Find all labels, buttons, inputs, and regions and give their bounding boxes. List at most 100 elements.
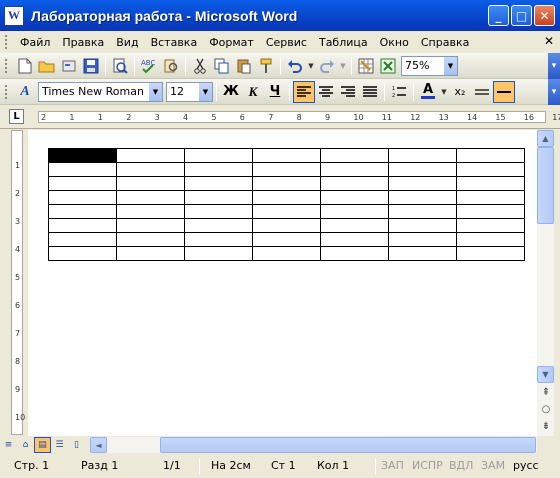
table-cell[interactable] <box>388 246 457 261</box>
table-cell[interactable] <box>48 232 117 247</box>
bold-button[interactable]: Ж <box>220 81 242 103</box>
web-view-icon[interactable]: ⌂ <box>17 437 34 453</box>
table-cell[interactable] <box>388 232 457 247</box>
chevron-down-icon[interactable]: ▼ <box>199 82 212 101</box>
table-cell[interactable] <box>116 246 185 261</box>
italic-button[interactable]: К <box>242 81 264 103</box>
toolbar-grip[interactable] <box>5 58 8 73</box>
table-cell[interactable] <box>116 204 185 219</box>
subscript-button[interactable]: x₂ <box>449 81 471 103</box>
table-cell[interactable] <box>184 204 253 219</box>
undo-dropdown-icon[interactable]: ▼ <box>306 55 316 77</box>
menu-table[interactable]: Таблица <box>313 36 374 49</box>
table-cell[interactable] <box>320 218 389 233</box>
toolbar-options-icon[interactable]: ▾ <box>548 53 560 79</box>
vertical-scroll-thumb[interactable] <box>537 147 554 224</box>
table-cell[interactable] <box>184 232 253 247</box>
table-cell[interactable] <box>184 246 253 261</box>
toolbar-grip[interactable] <box>5 84 8 99</box>
table-cell[interactable] <box>456 162 525 177</box>
table-cell[interactable] <box>48 218 117 233</box>
next-page-icon[interactable]: ⇟ <box>539 419 553 433</box>
spelling-icon[interactable]: ABC <box>138 55 160 77</box>
new-doc-icon[interactable] <box>14 55 36 77</box>
permission-icon[interactable] <box>58 55 80 77</box>
horizontal-ruler[interactable]: 2 1 1 2 3 4 5 6 7 8 9 10 11 12 13 14 15 16 17 <box>38 111 560 123</box>
menu-insert[interactable]: Вставка <box>145 36 204 49</box>
align-left-button[interactable] <box>293 80 315 103</box>
border-line-icon[interactable] <box>493 80 515 103</box>
table-cell[interactable] <box>388 190 457 205</box>
paste-icon[interactable] <box>233 55 255 77</box>
menu-help[interactable]: Справка <box>415 36 475 49</box>
redo-dropdown-icon[interactable]: ▼ <box>338 55 348 77</box>
menu-edit[interactable]: Правка <box>56 36 110 49</box>
vertical-ruler-track[interactable]: 1 2 3 4 5 6 7 8 9 10 <box>11 130 25 435</box>
table-cell[interactable] <box>252 232 321 247</box>
minimize-button[interactable]: _ <box>488 5 509 26</box>
styles-icon[interactable]: A <box>14 81 36 103</box>
table-cell[interactable] <box>252 190 321 205</box>
document-page[interactable] <box>28 130 537 436</box>
research-icon[interactable] <box>160 55 182 77</box>
undo-icon[interactable] <box>284 55 306 77</box>
table-cell[interactable] <box>456 176 525 191</box>
close-document-icon[interactable]: ✕ <box>544 34 554 48</box>
table-cell[interactable] <box>320 232 389 247</box>
underline-button[interactable]: Ч <box>264 81 286 103</box>
print-preview-icon[interactable] <box>109 55 131 77</box>
menu-file[interactable]: Файл <box>14 36 56 49</box>
selected-table-cell[interactable] <box>48 148 117 163</box>
font-size-combo[interactable]: 12 ▼ <box>166 81 213 102</box>
format-painter-icon[interactable] <box>255 55 277 77</box>
save-icon[interactable] <box>80 55 102 77</box>
table-cell[interactable] <box>456 204 525 219</box>
table-cell[interactable] <box>48 190 117 205</box>
copy-icon[interactable] <box>211 55 233 77</box>
horizontal-scrollbar[interactable]: ◄ <box>90 437 537 453</box>
table-cell[interactable] <box>48 204 117 219</box>
table-cell[interactable] <box>252 162 321 177</box>
table-cell[interactable] <box>388 204 457 219</box>
chevron-down-icon[interactable]: ▼ <box>149 82 162 101</box>
table-cell[interactable] <box>388 148 457 163</box>
document-table[interactable] <box>48 148 525 261</box>
excel-icon[interactable] <box>377 55 399 77</box>
table-cell[interactable] <box>116 162 185 177</box>
table-cell[interactable] <box>320 204 389 219</box>
table-cell[interactable] <box>184 190 253 205</box>
scroll-down-icon[interactable]: ▼ <box>537 366 554 383</box>
browse-object-icon[interactable]: ○ <box>539 402 553 416</box>
previous-page-icon[interactable]: ⇞ <box>539 385 553 399</box>
table-cell[interactable] <box>456 190 525 205</box>
font-color-button[interactable]: A <box>417 81 439 103</box>
word-app-icon[interactable]: W <box>4 5 24 26</box>
table-cell[interactable] <box>116 218 185 233</box>
table-cell[interactable] <box>252 148 321 163</box>
table-cell[interactable] <box>48 176 117 191</box>
table-cell[interactable] <box>252 246 321 261</box>
horizontal-scroll-thumb[interactable] <box>160 437 536 453</box>
table-cell[interactable] <box>48 162 117 177</box>
font-color-dropdown-icon[interactable]: ▼ <box>439 81 449 103</box>
table-cell[interactable] <box>116 176 185 191</box>
menu-format[interactable]: Формат <box>203 36 260 49</box>
font-name-combo[interactable]: Times New Roman ▼ <box>38 81 163 102</box>
table-cell[interactable] <box>184 176 253 191</box>
scroll-left-icon[interactable]: ◄ <box>90 437 107 453</box>
zoom-combo[interactable]: 75% ▼ <box>401 55 458 76</box>
table-cell[interactable] <box>48 246 117 261</box>
table-cell[interactable] <box>184 162 253 177</box>
normal-view-icon[interactable]: ≡ <box>0 437 17 453</box>
title-bar[interactable]: W Лабораторная работа - Microsoft Word _… <box>0 0 560 31</box>
print-layout-icon[interactable]: ▤ <box>34 437 51 453</box>
table-cell[interactable] <box>252 176 321 191</box>
table-cell[interactable] <box>252 218 321 233</box>
table-cell[interactable] <box>320 246 389 261</box>
status-record[interactable]: ЗАП <box>381 459 404 472</box>
table-cell[interactable] <box>388 176 457 191</box>
table-cell[interactable] <box>116 148 185 163</box>
outline-view-icon[interactable]: ☰ <box>51 437 68 453</box>
table-cell[interactable] <box>456 232 525 247</box>
status-track-changes[interactable]: ИСПР <box>412 459 443 472</box>
